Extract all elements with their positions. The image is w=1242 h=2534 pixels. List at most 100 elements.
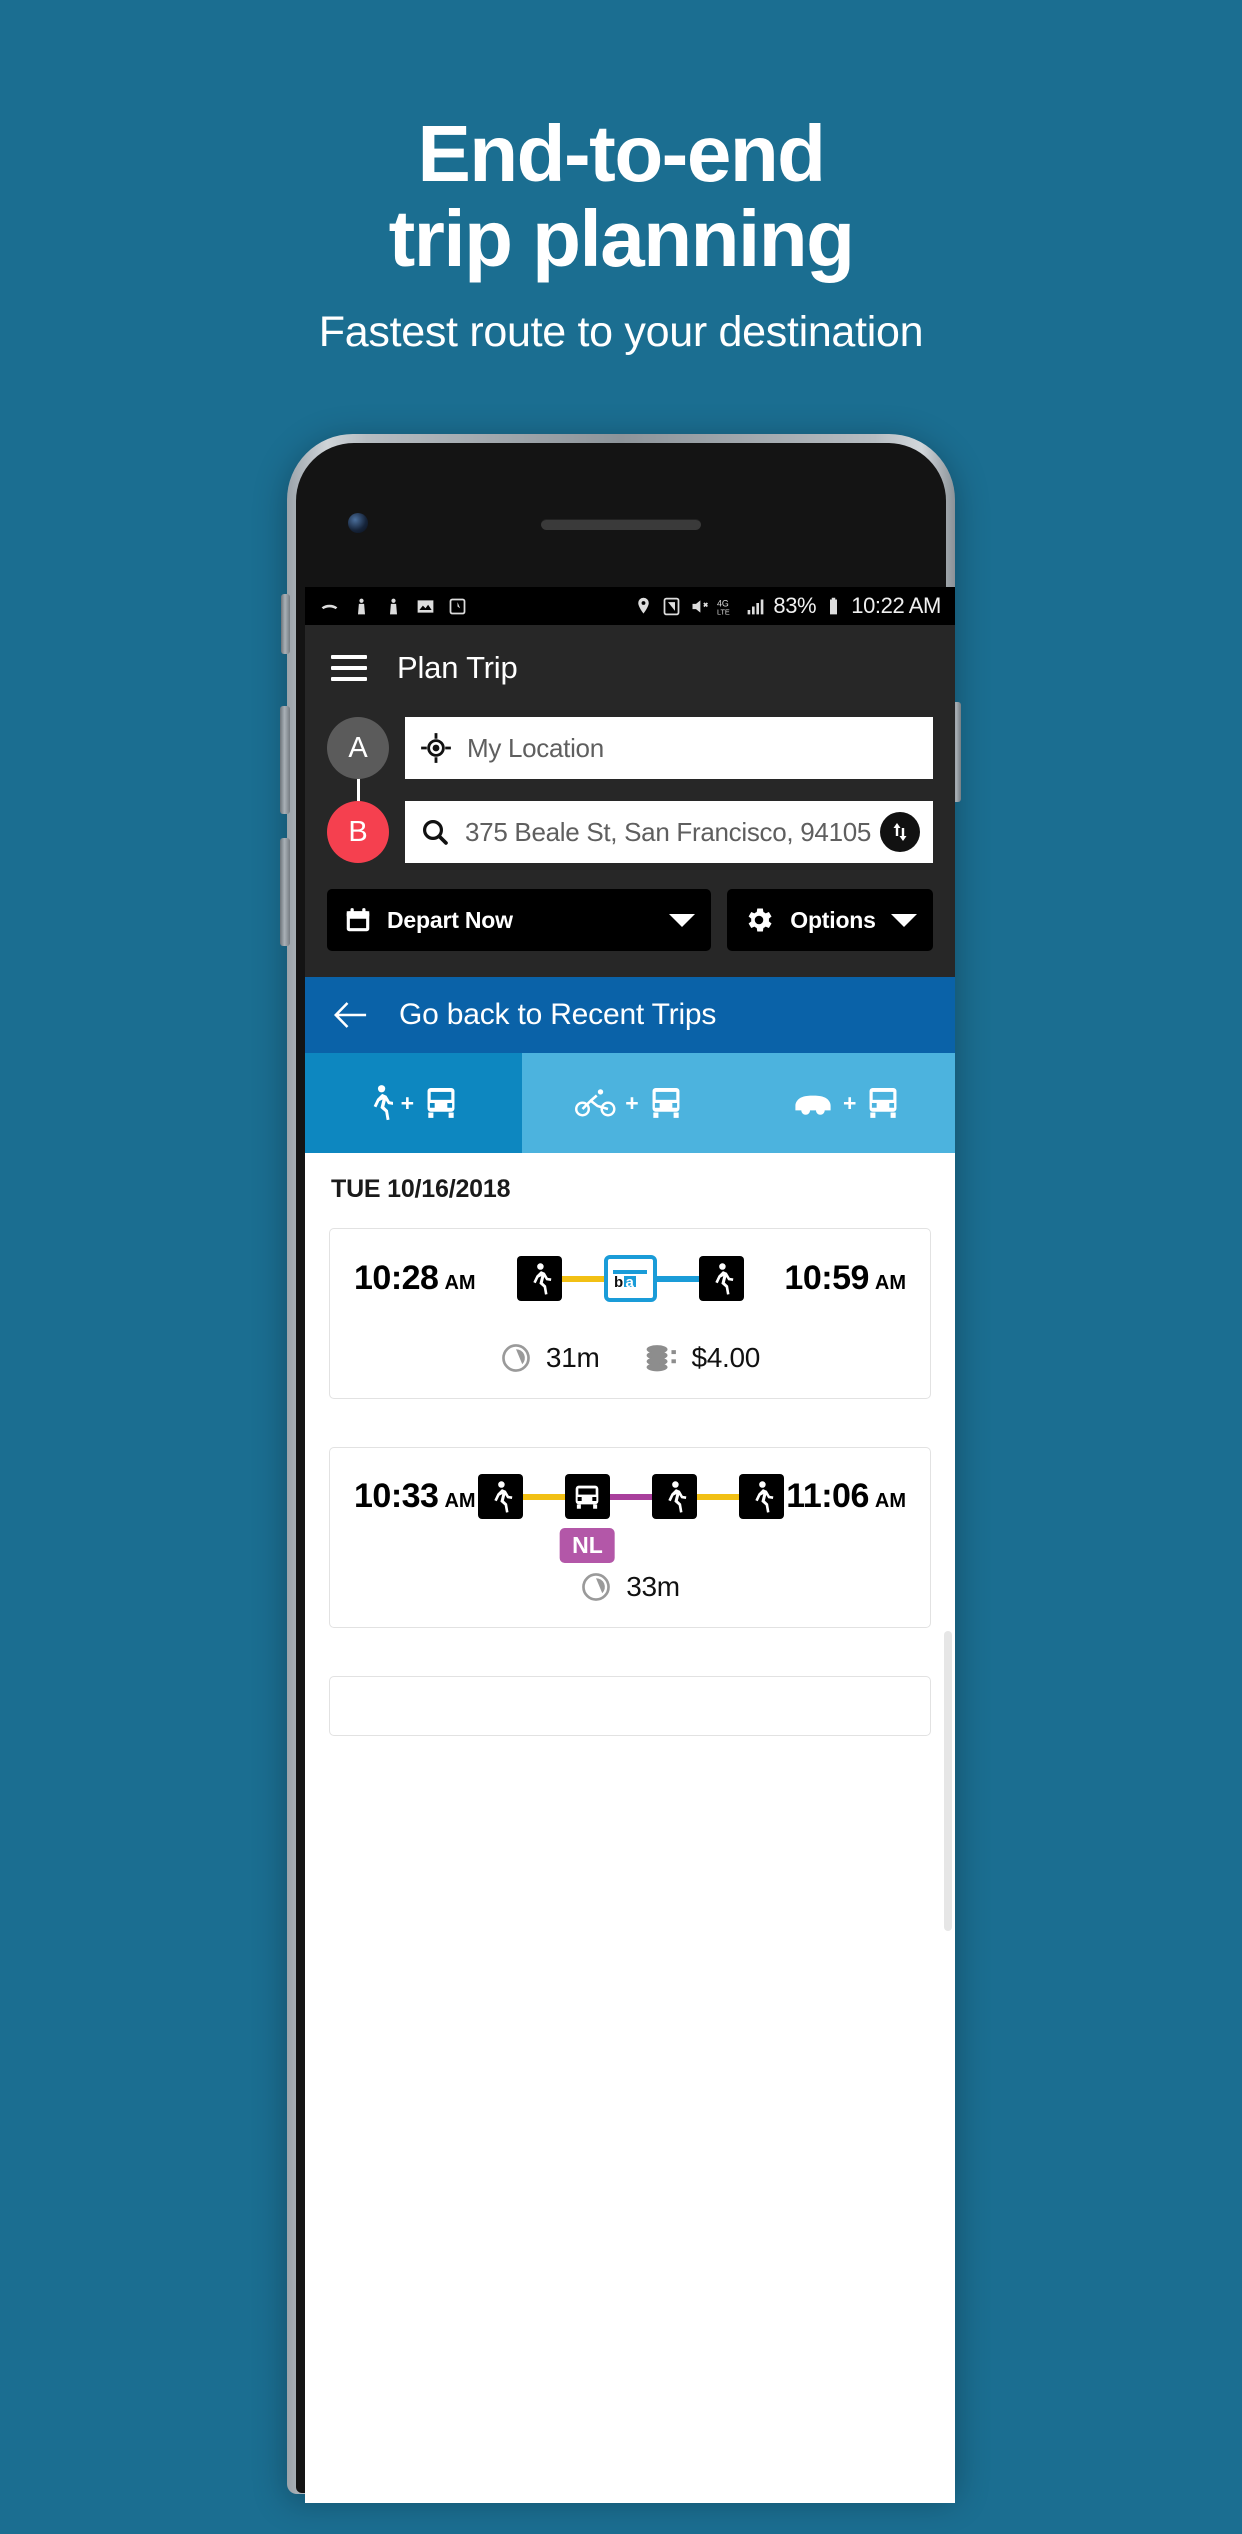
- depart-time: 10:33: [354, 1477, 439, 1515]
- walk-icon: [516, 1256, 562, 1301]
- trip-legs: NL: [476, 1474, 787, 1563]
- bus-icon: [427, 1087, 455, 1118]
- trip-times-row: 10:33 AM NL 11:06 AM: [330, 1474, 930, 1563]
- phone-frame: 4G LTE 83% 10:22 AM Plan Trip A My Locat…: [280, 434, 961, 2503]
- trip-results: TUE 10/16/2018 10:28 AM b a 10:59 AM 31m…: [305, 1153, 955, 2503]
- hamburger-menu-icon[interactable]: [331, 655, 367, 681]
- svg-text:b: b: [614, 1274, 623, 1290]
- battery-icon: [830, 597, 838, 614]
- location-icon: [638, 597, 650, 613]
- destination-input[interactable]: 375 Beale St, San Francisco, 94105: [405, 801, 933, 863]
- arrive-time: 10:59: [784, 1259, 869, 1297]
- tab-walk-transit[interactable]: +: [305, 1053, 522, 1153]
- origin-marker-a: A: [327, 717, 389, 779]
- origin-value: My Location: [467, 732, 604, 763]
- trip-form: A My Location B 375 Beale St, San Franci…: [305, 711, 955, 977]
- arrive-time-block: 11:06 AM: [786, 1477, 906, 1516]
- depart-now-button[interactable]: Depart Now: [327, 889, 711, 951]
- depart-time: 10:28: [354, 1259, 439, 1297]
- signal-icon: [748, 599, 764, 614]
- status-bar: 4G LTE 83% 10:22 AM: [305, 587, 955, 625]
- options-button[interactable]: Options: [727, 889, 933, 951]
- chevron-down-icon: [669, 913, 695, 927]
- calendar-icon: [346, 908, 370, 932]
- page-title: Plan Trip: [397, 650, 518, 685]
- search-icon: [422, 819, 448, 845]
- trip-duration: 31m: [545, 1342, 600, 1373]
- origin-row: A My Location: [305, 717, 955, 779]
- results-date-header: TUE 10/16/2018: [331, 1175, 511, 1203]
- missed-call-icon: [321, 604, 338, 609]
- trip-card[interactable]: 10:28 AM b a 10:59 AM 31m $4.00: [329, 1228, 931, 1399]
- plus-separator: +: [842, 1089, 857, 1116]
- promo-title-line2: trip planning: [388, 193, 855, 283]
- go-back-label: Go back to Recent Trips: [399, 998, 717, 1031]
- status-bar-left-icons: [319, 596, 633, 617]
- phone-volume-down-button[interactable]: [280, 838, 290, 946]
- depart-ampm: AM: [444, 1490, 476, 1512]
- destination-value: 375 Beale St, San Francisco, 94105: [465, 816, 872, 847]
- promo-title: End-to-end trip planning: [0, 109, 1242, 283]
- car-icon: [795, 1095, 831, 1115]
- promo-subtitle: Fastest route to your destination: [318, 307, 924, 356]
- clock-icon: [582, 1573, 611, 1601]
- trip-card[interactable]: 10:33 AM NL 11:06 AM 33m: [329, 1447, 931, 1628]
- person-icon: [358, 598, 365, 614]
- trip-meta-row: 33m: [330, 1571, 930, 1603]
- scrollbar[interactable]: [944, 1631, 952, 1931]
- status-bar-right: 4G LTE 83% 10:22 AM: [633, 593, 941, 619]
- leg-connector-bus: [609, 1493, 652, 1500]
- trip-card[interactable]: [329, 1676, 931, 1736]
- walk-icon: [651, 1474, 697, 1519]
- trip-duration: 33m: [626, 1571, 680, 1602]
- phone-mockup: 4G LTE 83% 10:22 AM Plan Trip A My Locat…: [62, 434, 1180, 2534]
- phone-button-left-top[interactable]: [281, 594, 290, 654]
- arrive-time-block: 10:59 AM: [784, 1259, 906, 1298]
- walk-icon: [477, 1474, 523, 1519]
- mode-tabs: + + +: [305, 1053, 955, 1153]
- walk-icon: [698, 1256, 744, 1301]
- arrive-ampm: AM: [874, 1272, 906, 1294]
- trip-fare: $4.00: [691, 1342, 761, 1373]
- depart-time-block: 10:33 AM: [354, 1477, 476, 1516]
- bus-icon: [652, 1087, 680, 1118]
- swap-vertical-icon[interactable]: [880, 812, 920, 852]
- tab-car-transit[interactable]: +: [738, 1053, 955, 1153]
- go-back-banner[interactable]: Go back to Recent Trips: [305, 977, 955, 1053]
- options-label: Options: [790, 906, 876, 933]
- arrive-ampm: AM: [874, 1490, 906, 1512]
- plus-separator: +: [400, 1089, 415, 1116]
- depart-time-block: 10:28 AM: [354, 1259, 476, 1298]
- origin-input[interactable]: My Location: [405, 717, 933, 779]
- arrive-time: 11:06: [786, 1477, 869, 1515]
- trip-meta-row: 31m $4.00: [330, 1342, 930, 1374]
- bus-icon: [869, 1087, 897, 1118]
- walk-icon: [373, 1085, 393, 1121]
- app-screen: 4G LTE 83% 10:22 AM Plan Trip A My Locat…: [305, 587, 955, 2503]
- promo-header: End-to-end trip planning Fastest route t…: [0, 0, 1242, 357]
- status-bar-clock: 10:22 AM: [851, 593, 941, 618]
- promo-title-line1: End-to-end: [417, 109, 826, 198]
- walk-icon: [738, 1474, 784, 1519]
- mute-icon: [692, 599, 709, 613]
- leg-connector-walk: [561, 1275, 604, 1282]
- gear-icon: [748, 908, 772, 932]
- route-badge: NL: [560, 1528, 615, 1563]
- nfc-icon: [664, 597, 680, 615]
- tab-bike-transit[interactable]: +: [521, 1053, 739, 1153]
- plus-separator: +: [625, 1089, 639, 1116]
- trip-legs: b a: [476, 1255, 785, 1302]
- leg-connector-walk: [522, 1493, 565, 1500]
- phone-volume-up-button[interactable]: [280, 706, 290, 814]
- svg-text:LTE: LTE: [717, 607, 730, 616]
- destination-row: B 375 Beale St, San Francisco, 94105: [305, 801, 955, 863]
- bus-icon: NL: [560, 1474, 615, 1563]
- trip-times-row: 10:28 AM b a 10:59 AM: [330, 1255, 930, 1302]
- front-camera-icon: [348, 513, 368, 533]
- 4g-lte-icon: 4GLTE: [717, 598, 730, 616]
- depart-now-label: Depart Now: [387, 906, 513, 933]
- arrow-left-icon: [334, 1002, 367, 1028]
- earpiece-speaker: [541, 519, 701, 530]
- depart-ampm: AM: [444, 1272, 476, 1294]
- battery-percent-label: 83%: [773, 593, 817, 618]
